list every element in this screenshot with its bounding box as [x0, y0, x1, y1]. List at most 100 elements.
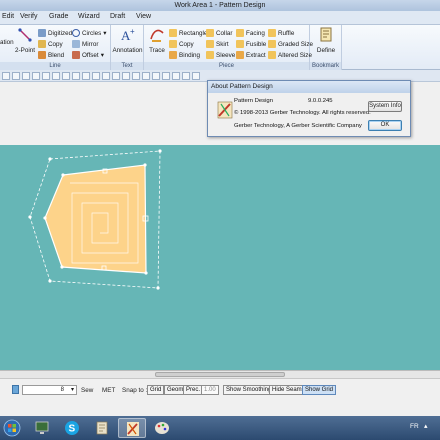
tool-button[interactable] — [42, 72, 50, 80]
tool-button[interactable] — [152, 72, 160, 80]
about-copyright: © 1998-2013 Gerber Technology. All right… — [234, 110, 371, 116]
snap-to-label: Snap to : — [122, 387, 148, 394]
fusible-button[interactable]: Fusible — [236, 40, 266, 48]
snap-grid-button[interactable]: Grid — [147, 385, 165, 395]
line-group-label: Line — [0, 62, 110, 70]
trace-icon — [150, 29, 164, 42]
unit-label: MET — [102, 387, 116, 394]
define-button[interactable]: Define — [312, 27, 340, 54]
sleeve-icon — [206, 51, 214, 59]
taskbar-app-paint[interactable] — [148, 418, 176, 438]
pattern-canvas[interactable] — [0, 145, 440, 370]
taskbar-app-monitor[interactable] — [28, 418, 56, 438]
rectangle-button[interactable]: Rectangle — [169, 29, 207, 37]
menu-bar: Edit Verify Grade Wizard Draft View — [0, 11, 440, 25]
blend-button[interactable]: Blend — [38, 51, 64, 59]
graded-size-icon — [268, 40, 276, 48]
taskbar-app-skype[interactable]: S — [58, 418, 86, 438]
tool-button[interactable] — [162, 72, 170, 80]
tool-button[interactable] — [182, 72, 190, 80]
tool-button[interactable] — [112, 72, 120, 80]
ruffle-button[interactable]: Ruffle — [268, 29, 294, 37]
pattern-design-logo-icon — [217, 101, 233, 119]
tool-button[interactable] — [2, 72, 10, 80]
value-dropdown-value: 8 — [60, 387, 64, 393]
circles-button[interactable]: Circles ▾ — [72, 29, 106, 37]
line-copy-label: Copy — [48, 40, 63, 48]
about-dialog-title: About Pattern Design — [208, 81, 410, 93]
menu-edit[interactable]: Edit — [2, 13, 14, 20]
value-dropdown[interactable]: 8 ▾ — [22, 385, 77, 395]
extract-button[interactable]: Extract — [236, 51, 266, 59]
ribbon-group-bookmark: Define Bookmark — [310, 25, 342, 70]
layer-toggle-icon[interactable] — [12, 385, 19, 394]
show-grid-button[interactable]: Show Grid — [302, 385, 337, 395]
taskbar-app-files[interactable] — [88, 418, 116, 438]
define-label: Define — [316, 47, 336, 54]
about-version: 9.0.0.245 — [308, 98, 333, 104]
offset-button[interactable]: Offset ▾ — [72, 51, 104, 59]
mirror-button[interactable]: Mirror — [72, 40, 98, 48]
menu-view[interactable]: View — [136, 13, 151, 20]
graded-size-button[interactable]: Graded Size — [268, 40, 313, 48]
tool-button[interactable] — [132, 72, 140, 80]
line-copy-button[interactable]: Copy — [38, 40, 63, 48]
chevron-down-icon: ▾ — [70, 387, 74, 393]
tool-button[interactable] — [102, 72, 110, 80]
skirt-button[interactable]: Skirt — [206, 40, 229, 48]
tool-button[interactable] — [122, 72, 130, 80]
trace-button[interactable]: Trace — [146, 27, 168, 54]
tool-button[interactable] — [52, 72, 60, 80]
rectangle-icon — [169, 29, 177, 37]
menu-draft[interactable]: Draft — [110, 13, 125, 20]
two-point-button[interactable]: 2-Point — [14, 27, 36, 54]
scrollbar-thumb[interactable] — [155, 372, 285, 377]
facing-button[interactable]: Facing — [236, 29, 265, 37]
tool-button[interactable] — [32, 72, 40, 80]
about-product-name: Pattern Design — [234, 98, 273, 104]
tool-button[interactable] — [72, 72, 80, 80]
creation-button-partial[interactable]: ation — [0, 39, 14, 46]
tool-button[interactable] — [192, 72, 200, 80]
facing-icon — [236, 29, 244, 37]
menu-wizard[interactable]: Wizard — [78, 13, 100, 20]
collar-button[interactable]: Collar — [206, 29, 232, 37]
tool-button[interactable] — [172, 72, 180, 80]
sleeve-button[interactable]: Sleeve — [206, 51, 235, 59]
tool-button[interactable] — [92, 72, 100, 80]
altered-size-button[interactable]: Altered Size — [268, 51, 312, 59]
about-company: Gerber Technology, A Gerber Scientific C… — [234, 123, 362, 129]
graded-size-label: Graded Size — [278, 40, 314, 48]
tool-button[interactable] — [82, 72, 90, 80]
ribbon-group-piece: Trace Rectangle Copy Binding Collar Skir… — [144, 25, 313, 70]
tool-button[interactable] — [62, 72, 70, 80]
tool-button[interactable] — [142, 72, 150, 80]
show-smoothing-button[interactable]: Show Smoothing — [223, 385, 275, 395]
digitized-button[interactable]: Digitized — [38, 29, 72, 37]
binding-button[interactable]: Binding — [169, 51, 200, 59]
tray-expand-icon[interactable]: ▴ — [424, 422, 428, 430]
tool-button[interactable] — [12, 72, 20, 80]
annotation-label: Annotation — [112, 47, 143, 54]
system-info-button[interactable]: System Info — [368, 101, 402, 112]
ok-button[interactable]: OK — [368, 120, 402, 131]
menu-grade[interactable]: Grade — [49, 13, 68, 20]
fusible-label: Fusible — [246, 40, 267, 48]
menu-verify[interactable]: Verify — [20, 13, 38, 20]
start-button[interactable] — [0, 418, 24, 438]
trace-label: Trace — [149, 47, 165, 54]
taskbar-app-pattern-design[interactable] — [118, 418, 146, 438]
horizontal-scrollbar[interactable] — [0, 370, 440, 378]
precision-value-field[interactable]: 1.00 — [201, 385, 219, 395]
binding-label: Binding — [179, 51, 201, 59]
snap-prec-button[interactable]: Prec. — [183, 385, 204, 395]
piece-group-label: Piece — [144, 62, 309, 70]
input-language-indicator[interactable]: FR — [410, 423, 419, 430]
svg-text:S: S — [69, 424, 76, 435]
annotation-button[interactable]: A + Annotation — [112, 27, 143, 54]
monitor-icon — [35, 421, 49, 434]
tool-button[interactable] — [22, 72, 30, 80]
piece-copy-button[interactable]: Copy — [169, 40, 194, 48]
skype-icon: S — [65, 421, 79, 435]
digitized-label: Digitized — [48, 29, 73, 37]
